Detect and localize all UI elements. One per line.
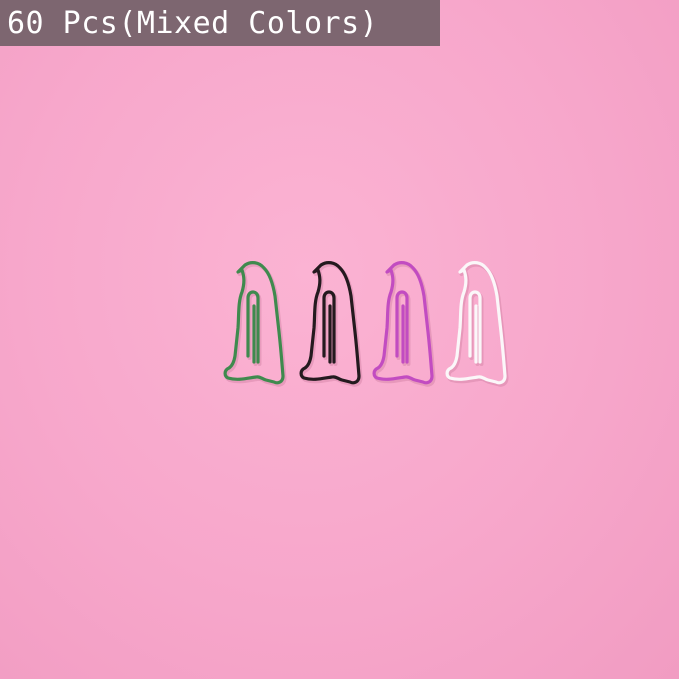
- white-penguin-clip-icon: [445, 261, 509, 387]
- penguin-clips-group: [210, 258, 510, 398]
- black-penguin-clip-icon: [299, 261, 363, 387]
- caption-banner: 60 Pcs(Mixed Colors): [0, 0, 440, 46]
- product-photo: 60 Pcs(Mixed Colors): [0, 0, 679, 679]
- purple-penguin-clip-icon: [372, 261, 436, 387]
- green-penguin-clip-icon: [223, 261, 287, 387]
- caption-text: 60 Pcs(Mixed Colors): [7, 5, 379, 41]
